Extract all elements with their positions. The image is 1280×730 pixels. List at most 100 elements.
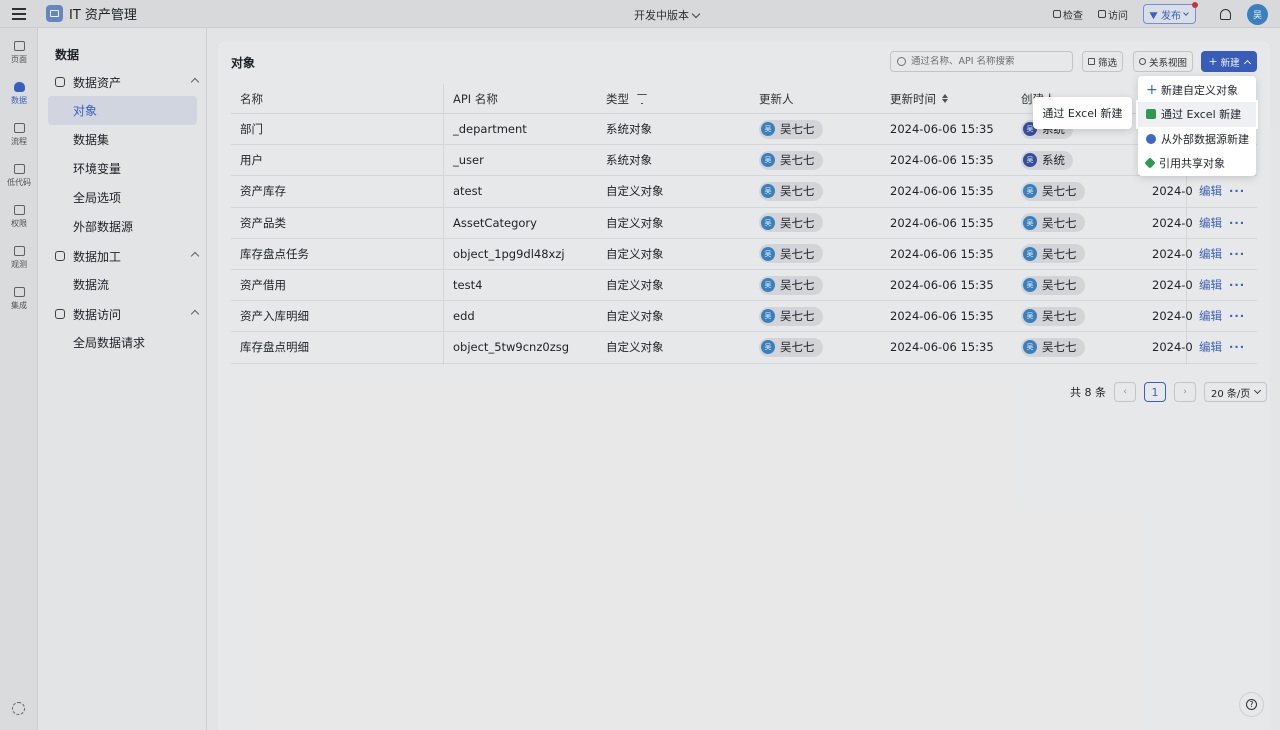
new-button[interactable]: + 新建 (1201, 51, 1257, 72)
table-row[interactable]: 资产品类 AssetCategory 自定义对象 吴吴七七 2024-06-06… (231, 208, 1257, 239)
menu-item-new-from-external[interactable]: 从外部数据源新建 (1138, 127, 1256, 151)
search-input[interactable] (911, 56, 1061, 67)
user-chip: 吴吴七七 (1021, 181, 1085, 201)
header-api-name: API 名称 (453, 91, 498, 106)
table-row[interactable]: 资产库存 atest 自定义对象 吴吴七七 2024-06-06 15:35 吴… (231, 176, 1257, 208)
visit-button[interactable]: 访问 (1098, 7, 1128, 22)
user-chip: 吴吴七七 (759, 244, 823, 264)
table-row[interactable]: 库存盘点任务 object_1pg9dl48xzj 自定义对象 吴吴七七 202… (231, 239, 1257, 270)
rail-item-page[interactable]: 页面 (0, 32, 38, 73)
cell-updater: 吴吴七七 (759, 301, 823, 331)
table-row[interactable]: 资产入库明细 edd 自定义对象 吴吴七七 2024-06-06 15:35 吴… (231, 301, 1257, 333)
app-title: IT 资产管理 (69, 8, 137, 23)
menu-item-new-custom-object[interactable]: + 新建自定义对象 (1138, 78, 1256, 102)
rail-item-integration[interactable]: 集成 (0, 278, 38, 319)
sidebar-group-data-access[interactable]: 数据访问 (55, 304, 200, 324)
version-label: 开发中版本 (634, 9, 689, 22)
hamburger-menu-icon[interactable] (0, 0, 38, 28)
relation-label: 关系视图 (1149, 57, 1188, 69)
sidebar: 数据 数据资产 对象 数据集 环境变量 全局选项 外部数据源 数据加工 数据流 … (39, 28, 207, 730)
cell-created-time: 2024-0 (1152, 184, 1193, 199)
flow-icon (13, 122, 25, 133)
cell-updated-time: 2024-06-06 15:35 (890, 184, 994, 199)
more-actions-icon[interactable]: ··· (1229, 208, 1245, 238)
sidebar-group-data-processing[interactable]: 数据加工 (55, 246, 200, 266)
next-page-button[interactable]: › (1174, 382, 1196, 402)
sidebar-group-data-assets[interactable]: 数据资产 (55, 72, 200, 92)
header-updated-time[interactable]: 更新时间 (890, 84, 948, 113)
user-chip: 吴吴七七 (1021, 213, 1085, 233)
table-row[interactable]: 用户 _user 系统对象 吴吴七七 2024-06-06 15:35 吴系统 … (231, 145, 1257, 177)
link-icon (55, 309, 65, 319)
rail-label: 集成 (11, 300, 27, 310)
relation-view-button[interactable]: 关系视图 (1133, 51, 1194, 72)
sidebar-item-datasets[interactable]: 数据集 (48, 125, 197, 154)
user-name: 吴七七 (780, 215, 815, 230)
bell-icon[interactable] (1220, 8, 1231, 20)
sort-icon[interactable] (942, 94, 948, 103)
code-icon (13, 163, 25, 174)
edit-link[interactable]: 编辑 (1199, 176, 1222, 206)
more-actions-icon[interactable]: ··· (1229, 176, 1245, 206)
table-row[interactable]: 资产借用 test4 自定义对象 吴吴七七 2024-06-06 15:35 吴… (231, 270, 1257, 302)
check-button[interactable]: 检查 (1053, 7, 1083, 22)
rail-item-lowcode[interactable]: 低代码 (0, 155, 38, 196)
user-name: 吴七七 (1042, 340, 1077, 355)
cell-updater: 吴吴七七 (759, 270, 823, 300)
user-name: 吴七七 (780, 122, 815, 137)
version-selector[interactable]: 开发中版本 (634, 7, 701, 23)
page-size-select[interactable]: 20 条/页 (1204, 382, 1268, 402)
rail-item-permission[interactable]: 权限 (0, 196, 38, 237)
filter-button[interactable]: 筛选 (1082, 51, 1124, 72)
edit-link[interactable]: 编辑 (1199, 270, 1222, 300)
user-avatar[interactable]: 吴 (1247, 3, 1268, 25)
app-logo-icon (46, 5, 63, 22)
cell-creator: 吴系统 (1021, 145, 1073, 175)
edit-link[interactable]: 编辑 (1199, 332, 1222, 362)
more-actions-icon[interactable]: ··· (1229, 270, 1245, 300)
page-number[interactable]: 1 (1144, 382, 1166, 402)
more-actions-icon[interactable]: ··· (1229, 332, 1245, 362)
edit-link[interactable]: 编辑 (1199, 208, 1222, 238)
menu-item-new-from-excel[interactable]: 通过 Excel 新建 (1136, 100, 1258, 129)
sidebar-item-external-sources[interactable]: 外部数据源 (48, 212, 197, 241)
cell-type: 自定义对象 (606, 278, 664, 293)
help-button[interactable]: ? (1239, 692, 1264, 717)
menu-item-reference-shared[interactable]: 引用共享对象 (1138, 151, 1256, 175)
chevron-up-icon (1243, 59, 1251, 67)
prev-page-button[interactable]: ‹ (1114, 382, 1136, 402)
more-actions-icon[interactable]: ··· (1229, 239, 1245, 269)
user-name: 吴七七 (780, 309, 815, 324)
chevron-down-icon (691, 9, 701, 18)
new-dropdown-menu: + 新建自定义对象 通过 Excel 新建 从外部数据源新建 引用共享对象 (1136, 76, 1258, 176)
user-chip: 吴吴七七 (1021, 337, 1085, 357)
check-icon (1053, 10, 1061, 18)
user-chip: 吴吴七七 (759, 150, 823, 170)
sidebar-item-global-requests[interactable]: 全局数据请求 (48, 328, 197, 357)
cell-type: 系统对象 (606, 122, 652, 137)
more-actions-icon[interactable]: ··· (1229, 301, 1245, 331)
edit-link[interactable]: 编辑 (1199, 239, 1222, 269)
sidebar-item-global-options[interactable]: 全局选项 (48, 183, 197, 212)
sidebar-item-env-vars[interactable]: 环境变量 (48, 154, 197, 183)
sidebar-item-objects[interactable]: 对象 (48, 96, 197, 125)
search-box[interactable] (890, 51, 1073, 72)
filter-icon[interactable] (637, 95, 647, 102)
sidebar-item-dataflow[interactable]: 数据流 (48, 270, 197, 299)
publish-button[interactable]: 发布 (1143, 2, 1198, 24)
cell-name: 资产库存 (240, 184, 286, 199)
rail-item-data[interactable]: 数据 (0, 73, 38, 114)
cell-updated-time: 2024-06-06 15:35 (890, 246, 994, 261)
rail-item-flow[interactable]: 流程 (0, 114, 38, 155)
cell-created-time: 2024-0 (1152, 340, 1193, 355)
check-label: 检查 (1063, 10, 1083, 22)
header-type[interactable]: 类型 (606, 84, 647, 113)
gear-icon[interactable] (12, 702, 25, 715)
header-type-label: 类型 (606, 91, 629, 106)
table-row[interactable]: 库存盘点明细 object_5tw9cnz0zsg 自定义对象 吴吴七七 202… (231, 332, 1257, 364)
cell-updater: 吴吴七七 (759, 239, 823, 269)
cell-updated-time: 2024-06-06 15:35 (890, 278, 994, 293)
user-chip: 吴吴七七 (759, 337, 823, 357)
edit-link[interactable]: 编辑 (1199, 301, 1222, 331)
rail-item-observe[interactable]: 观测 (0, 237, 38, 278)
